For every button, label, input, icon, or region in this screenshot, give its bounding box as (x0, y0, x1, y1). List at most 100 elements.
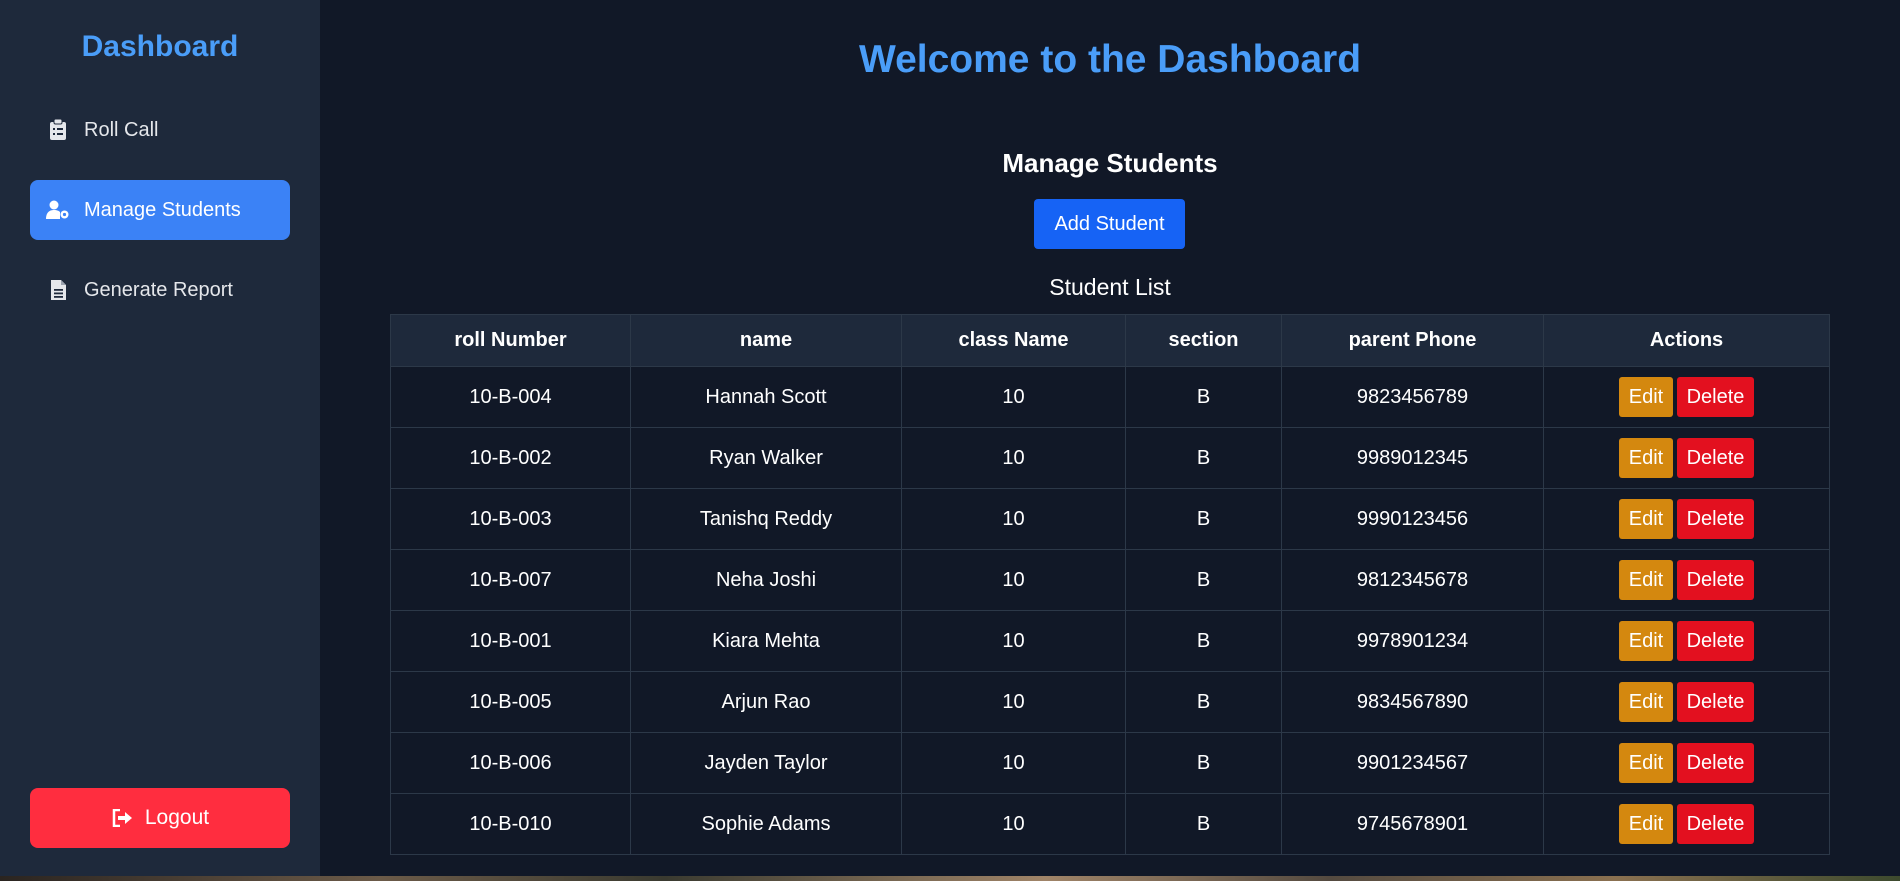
roll-number-cell: 10-B-007 (390, 549, 631, 611)
delete-button[interactable]: Delete (1677, 682, 1754, 722)
roll-number-cell: 10-B-010 (390, 793, 631, 855)
delete-button[interactable]: Delete (1677, 377, 1754, 417)
edit-button[interactable]: Edit (1619, 621, 1673, 661)
edit-button[interactable]: Edit (1619, 804, 1673, 844)
section-cell: B (1125, 549, 1282, 611)
actions-cell: Edit Delete (1543, 549, 1830, 611)
section-cell: B (1125, 366, 1282, 428)
table-row: 10-B-005 Arjun Rao 10 B 9834567890 Edit Delete (390, 671, 1830, 733)
edit-button[interactable]: Edit (1619, 743, 1673, 783)
roll-number-cell: 10-B-003 (390, 488, 631, 550)
delete-button[interactable]: Delete (1677, 438, 1754, 478)
edit-button[interactable]: Edit (1619, 682, 1673, 722)
column-header-parent-phone: parent Phone (1281, 314, 1544, 367)
actions-cell: Edit Delete (1543, 610, 1830, 672)
student-list-title: Student List (1049, 274, 1171, 300)
class-name-cell: 10 (901, 610, 1126, 672)
sidebar-item-manage-students[interactable]: Manage Students (30, 180, 290, 240)
actions-cell: Edit Delete (1543, 366, 1830, 428)
class-name-cell: 10 (901, 366, 1126, 428)
parent-phone-cell: 9990123456 (1281, 488, 1544, 550)
column-header-name: name (630, 314, 902, 367)
name-cell: Hannah Scott (630, 366, 902, 428)
desktop-background-strip (0, 876, 1900, 881)
roll-number-cell: 10-B-001 (390, 610, 631, 672)
page-title: Welcome to the Dashboard (858, 38, 1362, 81)
student-table: roll Number name class Name section pare… (390, 314, 1830, 855)
main-content: Welcome to the Dashboard Manage Students… (320, 0, 1900, 876)
delete-button[interactable]: Delete (1677, 621, 1754, 661)
table-row: 10-B-006 Jayden Taylor 10 B 9901234567 Edit De… (390, 732, 1830, 794)
logout-label: Logout (144, 806, 210, 829)
actions-cell: Edit Delete (1543, 732, 1830, 794)
add-student-button[interactable]: Add Student (1034, 199, 1185, 249)
table-row: 10-B-010 Sophie Adams 10 B 9745678901 Edit Del… (390, 793, 1830, 855)
parent-phone-cell: 9978901234 (1281, 610, 1544, 672)
edit-button[interactable]: Edit (1619, 377, 1673, 417)
parent-phone-cell: 9989012345 (1281, 427, 1544, 489)
logout-button[interactable]: Logout (30, 788, 290, 848)
sidebar-item-roll-call[interactable]: Roll Call (30, 100, 290, 160)
table-row: 10-B-001 Kiara Mehta 10 B 9978901234 Edit Dele… (390, 610, 1830, 672)
actions-cell: Edit Delete (1543, 488, 1830, 550)
sidebar-item-label: Generate Report (84, 278, 233, 301)
class-name-cell: 10 (901, 488, 1126, 550)
edit-button[interactable]: Edit (1619, 438, 1673, 478)
table-row: 10-B-003 Tanishq Reddy 10 B 9990123456 Edit De… (390, 488, 1830, 550)
actions-cell: Edit Delete (1543, 793, 1830, 855)
sidebar-item-label: Roll Call (84, 118, 159, 141)
column-header-section: section (1125, 314, 1282, 367)
parent-phone-cell: 9823456789 (1281, 366, 1544, 428)
class-name-cell: 10 (901, 671, 1126, 733)
actions-cell: Edit Delete (1543, 427, 1830, 489)
section-title: Manage Students (1002, 148, 1218, 178)
user-gear-icon (46, 198, 70, 222)
class-name-cell: 10 (901, 793, 1126, 855)
actions-cell: Edit Delete (1543, 671, 1830, 733)
column-header-roll-number: roll Number (390, 314, 631, 367)
clipboard-list-icon (46, 118, 70, 142)
delete-button[interactable]: Delete (1677, 560, 1754, 600)
sidebar-item-label: Manage Students (84, 198, 241, 221)
column-header-actions: Actions (1543, 314, 1830, 367)
name-cell: Sophie Adams (630, 793, 902, 855)
table-row: 10-B-007 Neha Joshi 10 B 9812345678 Edit Delet… (390, 549, 1830, 611)
name-cell: Kiara Mehta (630, 610, 902, 672)
section-cell: B (1125, 610, 1282, 672)
roll-number-cell: 10-B-004 (390, 366, 631, 428)
roll-number-cell: 10-B-006 (390, 732, 631, 794)
section-cell: B (1125, 793, 1282, 855)
delete-button[interactable]: Delete (1677, 743, 1754, 783)
parent-phone-cell: 9901234567 (1281, 732, 1544, 794)
section-cell: B (1125, 488, 1282, 550)
column-header-class-name: class Name (901, 314, 1126, 367)
roll-number-cell: 10-B-002 (390, 427, 631, 489)
sidebar-item-generate-report[interactable]: Generate Report (30, 260, 290, 320)
delete-button[interactable]: Delete (1677, 499, 1754, 539)
name-cell: Ryan Walker (630, 427, 902, 489)
parent-phone-cell: 9812345678 (1281, 549, 1544, 611)
parent-phone-cell: 9834567890 (1281, 671, 1544, 733)
table-row: 10-B-004 Hannah Scott 10 B 9823456789 Edit Del… (390, 366, 1830, 428)
name-cell: Tanishq Reddy (630, 488, 902, 550)
delete-button[interactable]: Delete (1677, 804, 1754, 844)
roll-number-cell: 10-B-005 (390, 671, 631, 733)
edit-button[interactable]: Edit (1619, 560, 1673, 600)
table-header-row: roll Number name class Name section pare… (390, 314, 1830, 367)
edit-button[interactable]: Edit (1619, 499, 1673, 539)
table-row: 10-B-002 Ryan Walker 10 B 9989012345 Edit Dele… (390, 427, 1830, 489)
sidebar: Dashboard Roll Call Manage Students Gene… (0, 0, 320, 876)
class-name-cell: 10 (901, 549, 1126, 611)
class-name-cell: 10 (901, 427, 1126, 489)
class-name-cell: 10 (901, 732, 1126, 794)
name-cell: Neha Joshi (630, 549, 902, 611)
section-cell: B (1125, 427, 1282, 489)
sign-out-icon (111, 806, 135, 830)
name-cell: Jayden Taylor (630, 732, 902, 794)
section-cell: B (1125, 671, 1282, 733)
file-text-icon (46, 278, 70, 302)
name-cell: Arjun Rao (630, 671, 902, 733)
parent-phone-cell: 9745678901 (1281, 793, 1544, 855)
sidebar-brand: Dashboard (81, 30, 239, 63)
section-cell: B (1125, 732, 1282, 794)
